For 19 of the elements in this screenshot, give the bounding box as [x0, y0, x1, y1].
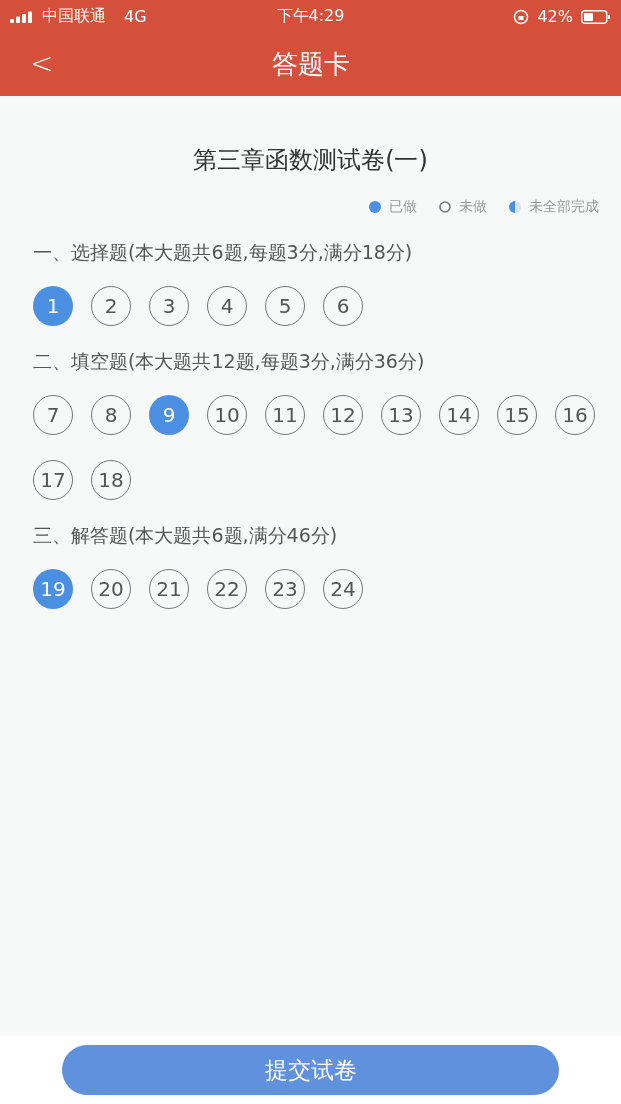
- legend-label: 未全部完成: [529, 198, 599, 216]
- carrier-name: 中国联通: [42, 6, 106, 27]
- hollow-circle-icon: [439, 201, 451, 213]
- filled-circle-icon: [369, 201, 381, 213]
- signal-icon: [10, 10, 34, 23]
- battery-percent: 42%: [537, 7, 573, 26]
- back-button[interactable]: <: [30, 46, 54, 80]
- clock-time: 下午4:29: [276, 6, 345, 27]
- legend-label: 已做: [389, 198, 417, 216]
- section-heading: 三、解答题(本大题共6题,满分46分): [33, 523, 339, 548]
- page-title: 答题卡: [271, 48, 350, 81]
- network-type: 4G: [124, 7, 147, 26]
- legend-label: 未做: [459, 198, 487, 216]
- half-circle-icon: [509, 201, 521, 213]
- rotation-lock-icon: [513, 8, 530, 25]
- section-heading: 一、选择题(本大题共6题,每题3分,满分18分): [33, 240, 414, 265]
- battery-icon: [581, 9, 611, 24]
- section-heading: 二、填空题(本大题共12题,每题3分,满分36分): [33, 349, 426, 374]
- paper-title: 第三章函数测试卷(一): [192, 145, 429, 176]
